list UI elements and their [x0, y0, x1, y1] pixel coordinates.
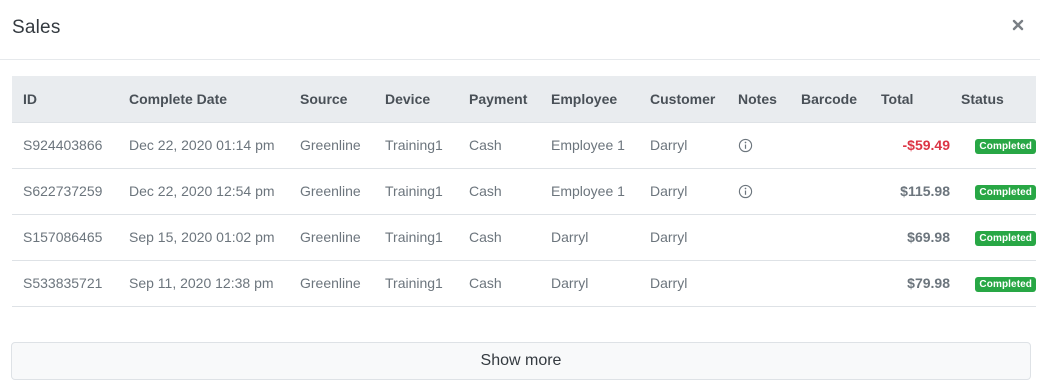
notes-cell [727, 260, 790, 307]
sale-id[interactable]: S157086465 [12, 214, 118, 261]
column-header-total[interactable]: Total [870, 76, 950, 123]
barcode [790, 122, 870, 169]
show-more-button[interactable]: Show more [11, 342, 1031, 380]
status-cell: Completed [950, 214, 1036, 261]
info-icon[interactable] [738, 184, 753, 199]
source: Greenline [289, 260, 374, 307]
column-header-device[interactable]: Device [374, 76, 458, 123]
column-header-payment[interactable]: Payment [458, 76, 540, 123]
table-row[interactable]: S924403866 Dec 22, 2020 01:14 pm Greenli… [12, 122, 1036, 169]
column-header-id[interactable]: ID [12, 76, 118, 123]
total-amount: $115.98 [870, 168, 950, 215]
barcode [790, 214, 870, 261]
customer: Darryl [639, 214, 727, 261]
column-header-customer[interactable]: Customer [639, 76, 727, 123]
complete-date: Dec 22, 2020 01:14 pm [118, 122, 289, 169]
column-header-source[interactable]: Source [289, 76, 374, 123]
device: Training1 [374, 122, 458, 169]
sale-id[interactable]: S622737259 [12, 168, 118, 215]
table-row[interactable]: S622737259 Dec 22, 2020 12:54 pm Greenli… [12, 168, 1036, 215]
status-badge: Completed [975, 139, 1036, 154]
sale-id[interactable]: S533835721 [12, 260, 118, 307]
column-header-barcode[interactable]: Barcode [790, 76, 870, 123]
column-header-employee[interactable]: Employee [540, 76, 639, 123]
complete-date: Dec 22, 2020 12:54 pm [118, 168, 289, 215]
employee: Employee 1 [540, 122, 639, 169]
barcode [790, 260, 870, 307]
column-header-complete-date[interactable]: Complete Date [118, 76, 289, 123]
source: Greenline [289, 214, 374, 261]
employee: Employee 1 [540, 168, 639, 215]
customer: Darryl [639, 122, 727, 169]
status-cell: Completed [950, 168, 1036, 215]
device: Training1 [374, 214, 458, 261]
employee: Darryl [540, 260, 639, 307]
payment: Cash [458, 168, 540, 215]
barcode [790, 168, 870, 215]
column-header-status[interactable]: Status [950, 76, 1036, 123]
payment: Cash [458, 122, 540, 169]
customer: Darryl [639, 168, 727, 215]
source: Greenline [289, 122, 374, 169]
sale-id[interactable]: S924403866 [12, 122, 118, 169]
status-cell: Completed [950, 260, 1036, 307]
info-icon[interactable] [738, 138, 753, 153]
total-amount: $79.98 [870, 260, 950, 307]
sales-table: ID Complete Date Source Device Payment E… [12, 76, 1036, 307]
complete-date: Sep 11, 2020 12:38 pm [118, 260, 289, 307]
total-amount: $69.98 [870, 214, 950, 261]
table-row[interactable]: S533835721 Sep 11, 2020 12:38 pm Greenli… [12, 260, 1036, 307]
modal-header: Sales [0, 0, 1040, 60]
column-header-notes[interactable]: Notes [727, 76, 790, 123]
device: Training1 [374, 260, 458, 307]
close-button[interactable] [1012, 13, 1032, 37]
source: Greenline [289, 168, 374, 215]
notes-cell [727, 214, 790, 261]
employee: Darryl [540, 214, 639, 261]
complete-date: Sep 15, 2020 01:02 pm [118, 214, 289, 261]
payment: Cash [458, 260, 540, 307]
modal-title: Sales [12, 17, 61, 38]
status-badge: Completed [975, 277, 1036, 292]
close-icon [1012, 19, 1024, 31]
device: Training1 [374, 168, 458, 215]
notes-cell [727, 168, 790, 215]
table-row[interactable]: S157086465 Sep 15, 2020 01:02 pm Greenli… [12, 214, 1036, 261]
notes-cell [727, 122, 790, 169]
payment: Cash [458, 214, 540, 261]
customer: Darryl [639, 260, 727, 307]
status-badge: Completed [975, 185, 1036, 200]
table-header-row: ID Complete Date Source Device Payment E… [12, 76, 1036, 123]
status-badge: Completed [975, 231, 1036, 246]
total-amount: -$59.49 [870, 122, 950, 169]
status-cell: Completed [950, 122, 1036, 169]
